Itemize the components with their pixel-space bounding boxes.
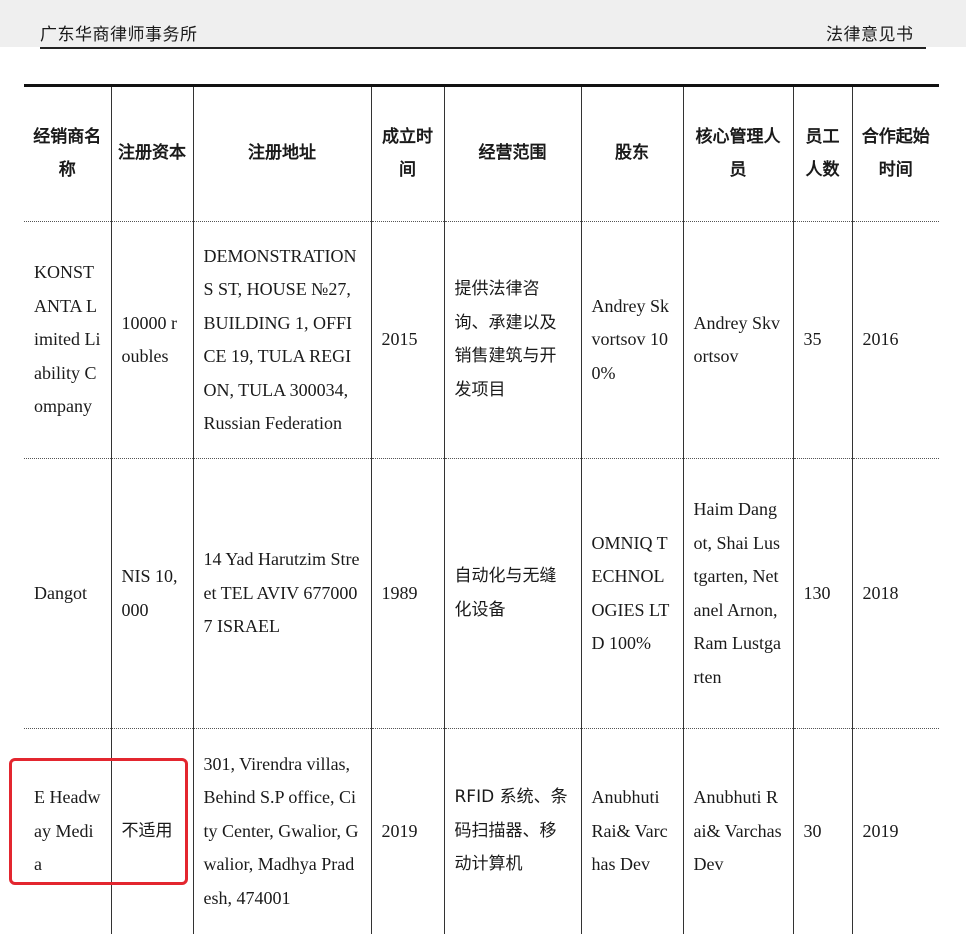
col-header-management: 核心管理人员 (682, 85, 793, 222)
cell-address: 301, Virendra villas, Behind S.P office,… (192, 728, 371, 934)
cell-shareholder: OMNIQ TECHNOLOGIES LTD 100% (580, 458, 683, 729)
header-rule (40, 47, 926, 49)
table-row: E Headway Media 不适用 301, Virendra villas… (24, 728, 939, 934)
cell-shareholder: Anubhuti Rai& Varchas Dev (580, 728, 683, 934)
col-header-name: 经销商名称 (33, 126, 102, 181)
col-header-start: 合作起始时间 (851, 85, 939, 222)
col-header-address: 注册地址 (192, 85, 371, 222)
cell-scope: 自动化与无缝化设备 (443, 458, 581, 729)
cell-start: 2019 (851, 728, 939, 934)
cell-founded: 2019 (370, 728, 444, 934)
cell-capital: 不适用 (110, 728, 193, 934)
col-header-employees: 员工人数 (792, 85, 852, 222)
cell-name: KONSTANTA Limited Liability Company (24, 221, 111, 459)
table-row: Dangot NIS 10,000 14 Yad Harutzim Street… (24, 458, 939, 729)
cell-management: Haim Dangot, Shai Lustgarten, Netanel Ar… (682, 458, 793, 729)
cell-start: 2018 (851, 458, 939, 729)
cell-name: E Headway Media (24, 728, 111, 934)
cell-founded: 2015 (370, 221, 444, 459)
col-header-shareholder: 股东 (580, 85, 683, 222)
cell-address: DEMONSTRATIONS ST, HOUSE №27, BUILDING 1… (192, 221, 371, 459)
col-header-founded: 成立时间 (370, 85, 444, 222)
cell-address: 14 Yad Harutzim Street TEL AVIV 6770007 … (192, 458, 371, 729)
cell-scope: 提供法律咨询、承建以及销售建筑与开发项目 (443, 221, 581, 459)
cell-employees: 35 (792, 221, 852, 459)
cell-employees: 30 (792, 728, 852, 934)
distributor-table: 经销商名称 注册资本 注册地址 成立时间 经营范围 股东 核心管理人员 员工人数… (24, 84, 939, 934)
cell-scope: RFID 系统、条码扫描器、移动计算机 (443, 728, 581, 934)
cell-employees: 130 (792, 458, 852, 729)
cell-capital: 10000 roubles (110, 221, 193, 459)
cell-name: Dangot (24, 458, 111, 729)
cell-management: Andrey Skvortsov (682, 221, 793, 459)
table-header-row: 经销商名称 注册资本 注册地址 成立时间 经营范围 股东 核心管理人员 员工人数… (24, 85, 939, 222)
table-row: KONSTANTA Limited Liability Company 1000… (24, 221, 939, 459)
firm-name: 广东华商律师事务所 (40, 25, 198, 45)
cell-start: 2016 (851, 221, 939, 459)
cell-shareholder: Andrey Skvortsov 100% (580, 221, 683, 459)
col-header-capital: 注册资本 (110, 85, 193, 222)
document-type: 法律意见书 (826, 25, 914, 45)
col-header-scope: 经营范围 (443, 85, 581, 222)
cell-management: Anubhuti Rai& Varchas Dev (682, 728, 793, 934)
cell-capital: NIS 10,000 (110, 458, 193, 729)
cell-founded: 1989 (370, 458, 444, 729)
